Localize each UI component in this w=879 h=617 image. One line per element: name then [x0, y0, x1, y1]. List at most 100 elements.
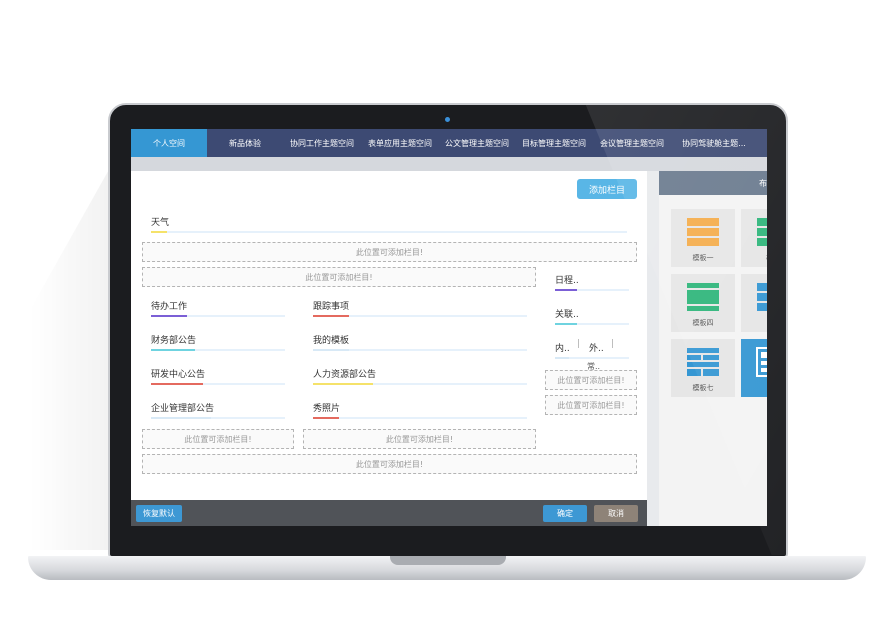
- layout-panel-header: 布局: [659, 171, 767, 195]
- tab-label: 公文管理主题空间: [445, 138, 509, 148]
- laptop-shadow: [30, 150, 120, 550]
- add-column-label: 添加栏目: [588, 185, 625, 196]
- template-label: 模板七: [692, 384, 714, 392]
- tab-cockpit-space[interactable]: 协同驾驶舱主题...: [671, 129, 757, 157]
- drop-zone-left[interactable]: 此位置可添加栏目!: [142, 429, 294, 449]
- template-7[interactable]: 模板七: [671, 339, 735, 397]
- todo-accent: [151, 315, 187, 317]
- tab-form-space[interactable]: 表单应用主题空间: [361, 129, 439, 157]
- side-divider-2: |: [611, 339, 615, 349]
- mytpl-track: [313, 349, 527, 351]
- schedule-track: [555, 289, 629, 291]
- section-ent[interactable]: 企业管理部公告: [151, 401, 214, 414]
- screen: 个人空间 新品体验 协同工作主题空间 表单应用主题空间 公文管理主题空间 目标管…: [131, 129, 767, 526]
- camera-dot: [445, 117, 450, 122]
- drop-hint: 此位置可添加栏目!: [557, 375, 625, 385]
- drop-zone-wide[interactable]: 此位置可添加栏目!: [142, 267, 536, 287]
- hr-track: [313, 383, 527, 385]
- template-4-icon: [687, 283, 719, 311]
- laptop-base-notch: [390, 556, 506, 565]
- tab-label: 会议管理主题空间: [600, 138, 664, 148]
- ok-button[interactable]: 确定: [543, 505, 587, 522]
- drop-zone-middle[interactable]: 此位置可添加栏目!: [303, 429, 536, 449]
- relation-accent: [555, 323, 577, 325]
- column-editor-panel: 添加栏目 天气 此位置可添加栏目! 此位置可添加栏目! 待办工作 跟踪事项 财务…: [131, 171, 647, 500]
- tab-new-products[interactable]: 新品体验: [207, 129, 283, 157]
- tab-label: 目标管理主题空间: [522, 138, 586, 148]
- todo-track: [151, 315, 285, 317]
- finance-accent: [151, 349, 195, 351]
- schedule-accent: [555, 289, 577, 291]
- drop-zone-full-1[interactable]: 此位置可添加栏目!: [142, 242, 637, 262]
- track-accent: [313, 315, 349, 317]
- section-inner[interactable]: 内..: [555, 341, 570, 354]
- template-8-icon: [756, 347, 767, 377]
- rnd-track: [151, 383, 285, 385]
- restore-label: 恢复默认: [143, 509, 175, 518]
- top-nav: 个人空间 新品体验 协同工作主题空间 表单应用主题空间 公文管理主题空间 目标管…: [131, 129, 767, 157]
- layout-header-label: 布局: [759, 178, 767, 188]
- cancel-label: 取消: [608, 509, 624, 518]
- layout-panel: 布局 模板一 模板 模板四: [659, 171, 767, 526]
- drop-zone-side-2[interactable]: 此位置可添加栏目!: [545, 395, 637, 415]
- tab-document-space[interactable]: 公文管理主题空间: [439, 129, 515, 157]
- drop-hint: 此位置可添加栏目!: [385, 434, 454, 444]
- tab-meeting-space[interactable]: 会议管理主题空间: [593, 129, 671, 157]
- photo-accent: [313, 417, 339, 419]
- weather-title: 天气: [151, 218, 170, 228]
- template-2[interactable]: 模板: [741, 209, 767, 267]
- inner-accent: [555, 357, 569, 359]
- template-label: 模板一: [692, 254, 714, 262]
- tab-label: 协同驾驶舱主题...: [682, 138, 746, 148]
- ent-track: [151, 417, 285, 419]
- footer-bar: 恢复默认 确定 取消: [131, 500, 647, 526]
- drop-hint: 此位置可添加栏目!: [184, 434, 252, 444]
- template-4[interactable]: 模板四: [671, 274, 735, 332]
- ent-accent: [151, 417, 211, 419]
- weather-track: [151, 231, 627, 233]
- section-outer[interactable]: 外..: [589, 341, 604, 354]
- template-label: 模板四: [692, 319, 714, 327]
- template-8-selected[interactable]: 模: [741, 339, 767, 397]
- cancel-button[interactable]: 取消: [594, 505, 638, 522]
- tab-label: 个人空间: [153, 138, 185, 148]
- relation-track: [555, 323, 629, 325]
- drop-zone-side-1[interactable]: 此位置可添加栏目!: [545, 370, 637, 390]
- section-track[interactable]: 跟踪事项: [313, 299, 349, 312]
- template-7-icon: [687, 348, 719, 376]
- template-1[interactable]: 模板一: [671, 209, 735, 267]
- tab-collab-space[interactable]: 协同工作主题空间: [283, 129, 361, 157]
- template-2-icon: [757, 218, 767, 246]
- section-relation[interactable]: 关联..: [555, 307, 579, 320]
- tab-label: 新品体验: [229, 138, 261, 148]
- tab-label: 表单应用主题空间: [368, 138, 432, 148]
- section-todo[interactable]: 待办工作: [151, 299, 187, 312]
- tab-label: 协同工作主题空间: [290, 138, 354, 148]
- template-5[interactable]: 模: [741, 274, 767, 332]
- section-hr[interactable]: 人力资源部公告: [313, 367, 376, 380]
- section-rnd[interactable]: 研发中心公告: [151, 367, 205, 380]
- drop-zone-full-2[interactable]: 此位置可添加栏目!: [142, 454, 637, 474]
- template-1-icon: [687, 218, 719, 246]
- nav-underbar: [131, 157, 767, 171]
- section-photo[interactable]: 秀照片: [313, 401, 340, 414]
- drop-hint: 此位置可添加栏目!: [355, 247, 424, 257]
- template-5-icon: [757, 283, 767, 311]
- section-finance[interactable]: 财务部公告: [151, 333, 196, 346]
- track-track: [313, 315, 527, 317]
- section-mytpl[interactable]: 我的模板: [313, 333, 349, 346]
- mytpl-accent: [313, 349, 349, 351]
- tab-personal-space[interactable]: 个人空间: [131, 129, 207, 157]
- inner-track: [555, 357, 629, 359]
- add-column-button[interactable]: 添加栏目: [577, 179, 637, 199]
- drop-hint: 此位置可添加栏目!: [355, 459, 424, 469]
- template-label: 模板: [766, 253, 767, 263]
- tab-goal-space[interactable]: 目标管理主题空间: [515, 129, 593, 157]
- hr-accent: [313, 383, 373, 385]
- side-divider-1: |: [577, 339, 581, 349]
- section-schedule[interactable]: 日程..: [555, 273, 579, 286]
- restore-default-button[interactable]: 恢复默认: [136, 505, 182, 522]
- photo-track: [313, 417, 527, 419]
- ok-label: 确定: [557, 509, 573, 518]
- drop-hint: 此位置可添加栏目!: [557, 400, 625, 410]
